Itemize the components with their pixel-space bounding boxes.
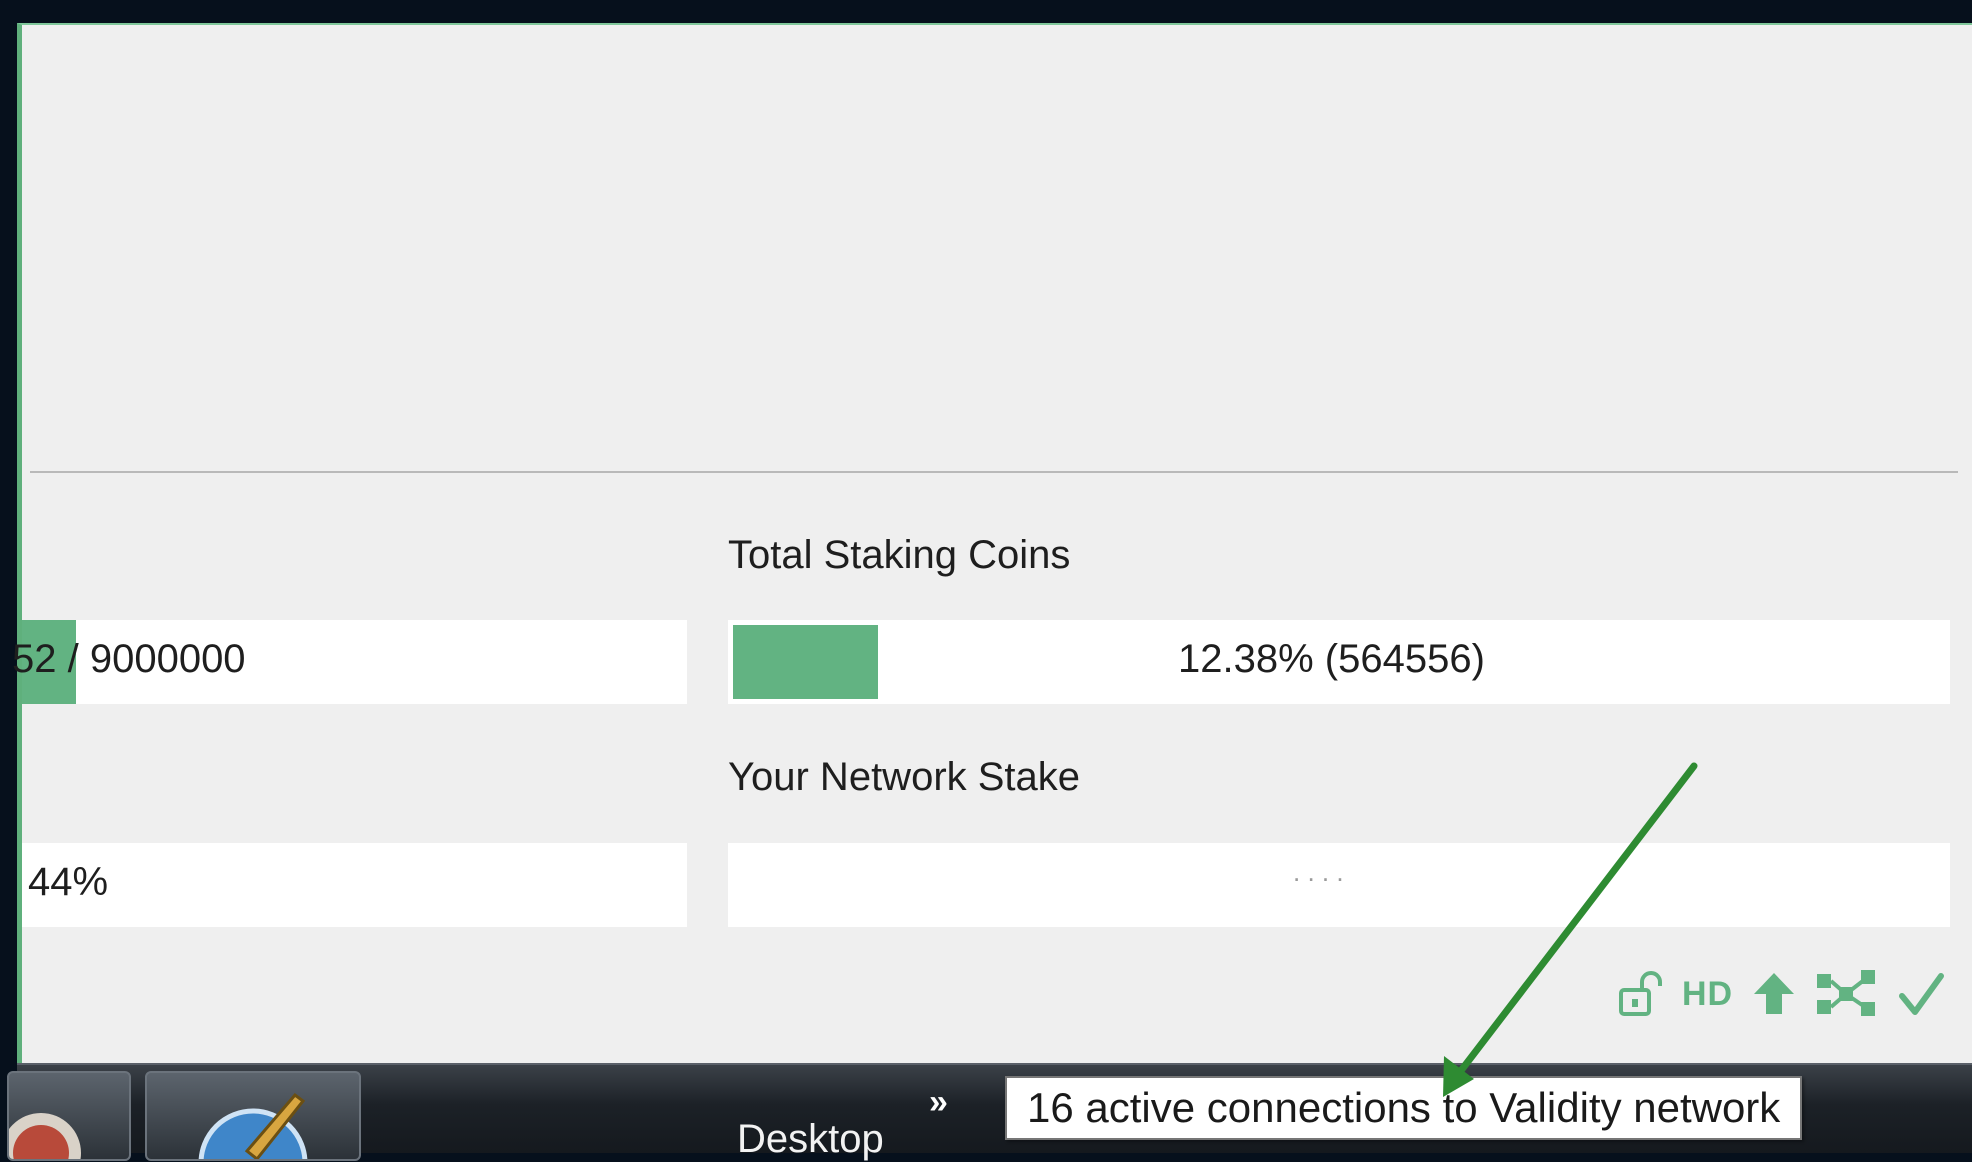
network-icon[interactable] [1815,968,1879,1020]
hd-icon[interactable]: HD [1682,975,1733,1014]
section-divider [30,471,1958,473]
synced-check-icon[interactable] [1897,970,1945,1018]
connections-tooltip: 16 active connections to Validity networ… [1005,1076,1803,1140]
desktop-toolbar-label[interactable]: Desktop [737,1117,884,1162]
network-stake-text: . . . . [1293,857,1344,887]
supply-progress-bar: 52 / 9000000 [12,620,687,704]
total-staking-fill [733,625,878,699]
taskbar-button-app[interactable] [145,1071,361,1161]
network-stake-label: Your Network Stake [728,755,1081,799]
total-staking-bar: 12.38% (564556) [728,620,1950,704]
network-stake-box: . . . . [728,843,1950,927]
status-icon-bar: HD [1618,962,1945,1026]
total-staking-label: Total Staking Coins [728,533,1071,577]
total-staking-text: 12.38% (564556) [1178,637,1485,681]
unlock-icon[interactable] [1618,970,1664,1018]
wallet-window: 52 / 9000000 Total Staking Coins 12.38% … [12,23,1972,1063]
taskbar-chevron-icon[interactable]: » [929,1083,948,1122]
left-percent-box: 44% [22,843,687,927]
left-percent-text: 44% [28,860,109,904]
supply-progress-text: 52 / 9000000 [12,637,246,681]
taskbar-button-firefox[interactable] [7,1071,131,1161]
staking-arrow-icon[interactable] [1751,970,1797,1018]
